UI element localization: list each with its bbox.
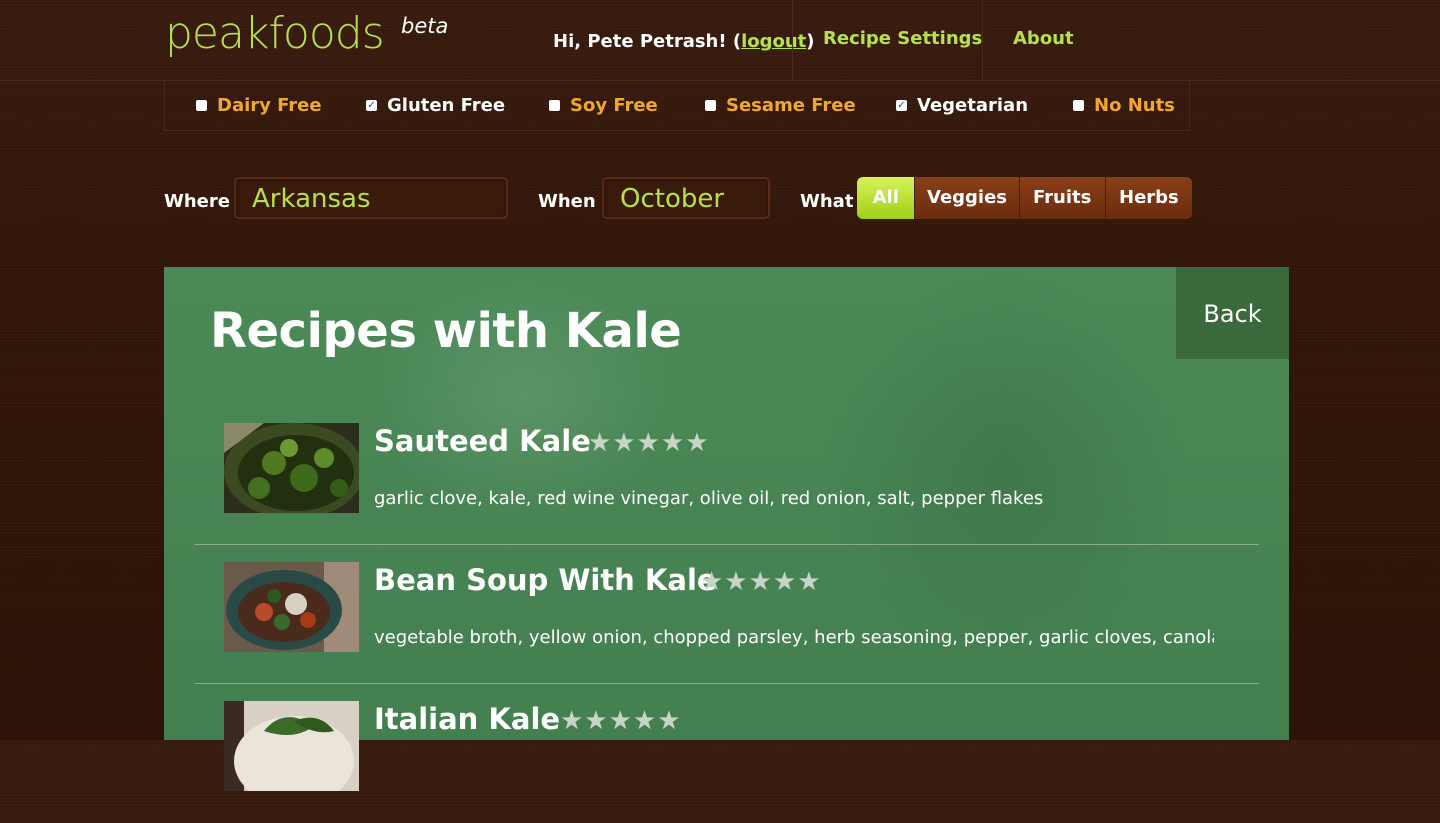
where-input[interactable]: Arkansas [234, 177, 508, 219]
recipe-item[interactable]: Italian Kale ★★★★★ [194, 684, 1259, 823]
what-option-all[interactable]: All [857, 177, 915, 219]
when-label: When [538, 191, 596, 212]
user-greeting: Hi, Pete Petrash! (logout) [553, 31, 815, 52]
what-option-fruits[interactable]: Fruits [1018, 177, 1105, 219]
dietary-filter-bar: Dairy Free ✓ Gluten Free Soy Free Sesame … [164, 81, 1190, 131]
recipe-thumbnail[interactable] [224, 423, 359, 513]
checkbox-unchecked[interactable] [1073, 100, 1084, 111]
filter-dairy-free[interactable]: Dairy Free [196, 95, 322, 116]
star-rating-icon: ★★★★★ [560, 706, 682, 736]
checkbox-unchecked[interactable] [705, 100, 716, 111]
nav-recipe-settings[interactable]: Recipe Settings [823, 28, 982, 49]
checkbox-checked[interactable]: ✓ [896, 100, 907, 111]
checkbox-unchecked[interactable] [549, 100, 560, 111]
what-option-herbs[interactable]: Herbs [1104, 177, 1192, 219]
filter-label: Soy Free [570, 95, 658, 116]
recipe-item[interactable]: Sauteed Kale ★★★★★ garlic clove, kale, r… [194, 406, 1259, 545]
page-title: Recipes with Kale [210, 303, 682, 359]
when-input[interactable]: October [602, 177, 770, 219]
filter-label: Sesame Free [726, 95, 856, 116]
filter-label: No Nuts [1094, 95, 1175, 116]
checkbox-checked[interactable]: ✓ [366, 100, 377, 111]
what-label: What [800, 191, 854, 212]
filter-no-nuts[interactable]: No Nuts [1073, 95, 1175, 116]
where-value: Arkansas [252, 184, 371, 214]
when-value: October [620, 184, 725, 214]
nav-divider [792, 0, 793, 80]
greeting-text: Hi, Pete Petrash! ( [553, 31, 742, 52]
greeting-suffix: ) [806, 31, 815, 52]
recipe-name[interactable]: Sauteed Kale [374, 424, 591, 458]
filter-label: Dairy Free [217, 95, 322, 116]
peakfoods-logo[interactable]: peakfoods [165, 8, 385, 59]
filter-label: Vegetarian [917, 95, 1029, 116]
logout-link[interactable]: logout [741, 31, 806, 52]
recipe-thumbnail[interactable] [224, 701, 359, 791]
star-rating-icon: ★★★★★ [700, 567, 822, 597]
checkbox-unchecked[interactable] [196, 100, 207, 111]
nav-divider [982, 0, 983, 80]
nav-about[interactable]: About [1013, 28, 1074, 49]
filter-label: Gluten Free [387, 95, 506, 116]
recipe-ingredients: garlic clove, kale, red wine vinegar, ol… [374, 488, 1044, 509]
where-label: Where [164, 191, 230, 212]
filter-vegetarian[interactable]: ✓ Vegetarian [896, 95, 1028, 116]
recipe-name[interactable]: Bean Soup With Kale [374, 563, 717, 597]
back-button[interactable]: Back [1176, 267, 1289, 359]
filter-soy-free[interactable]: Soy Free [549, 95, 658, 116]
what-option-veggies[interactable]: Veggies [914, 177, 1019, 219]
recipe-name[interactable]: Italian Kale [374, 702, 560, 736]
beta-badge: beta [401, 14, 449, 38]
filter-sesame-free[interactable]: Sesame Free [705, 95, 856, 116]
star-rating-icon: ★★★★★ [588, 428, 710, 458]
filter-gluten-free[interactable]: ✓ Gluten Free [366, 95, 505, 116]
what-segmented-control: All Veggies Fruits Herbs [857, 177, 1192, 219]
top-header: peakfoods beta Hi, Pete Petrash! (logout… [0, 0, 1440, 81]
recipe-ingredients: vegetable broth, yellow onion, chopped p… [374, 627, 1214, 648]
recipe-thumbnail[interactable] [224, 562, 359, 652]
recipes-panel: Recipes with Kale Back Sauteed Kale ★★★★… [164, 267, 1289, 791]
recipe-item[interactable]: Bean Soup With Kale ★★★★★ vegetable brot… [194, 545, 1259, 684]
